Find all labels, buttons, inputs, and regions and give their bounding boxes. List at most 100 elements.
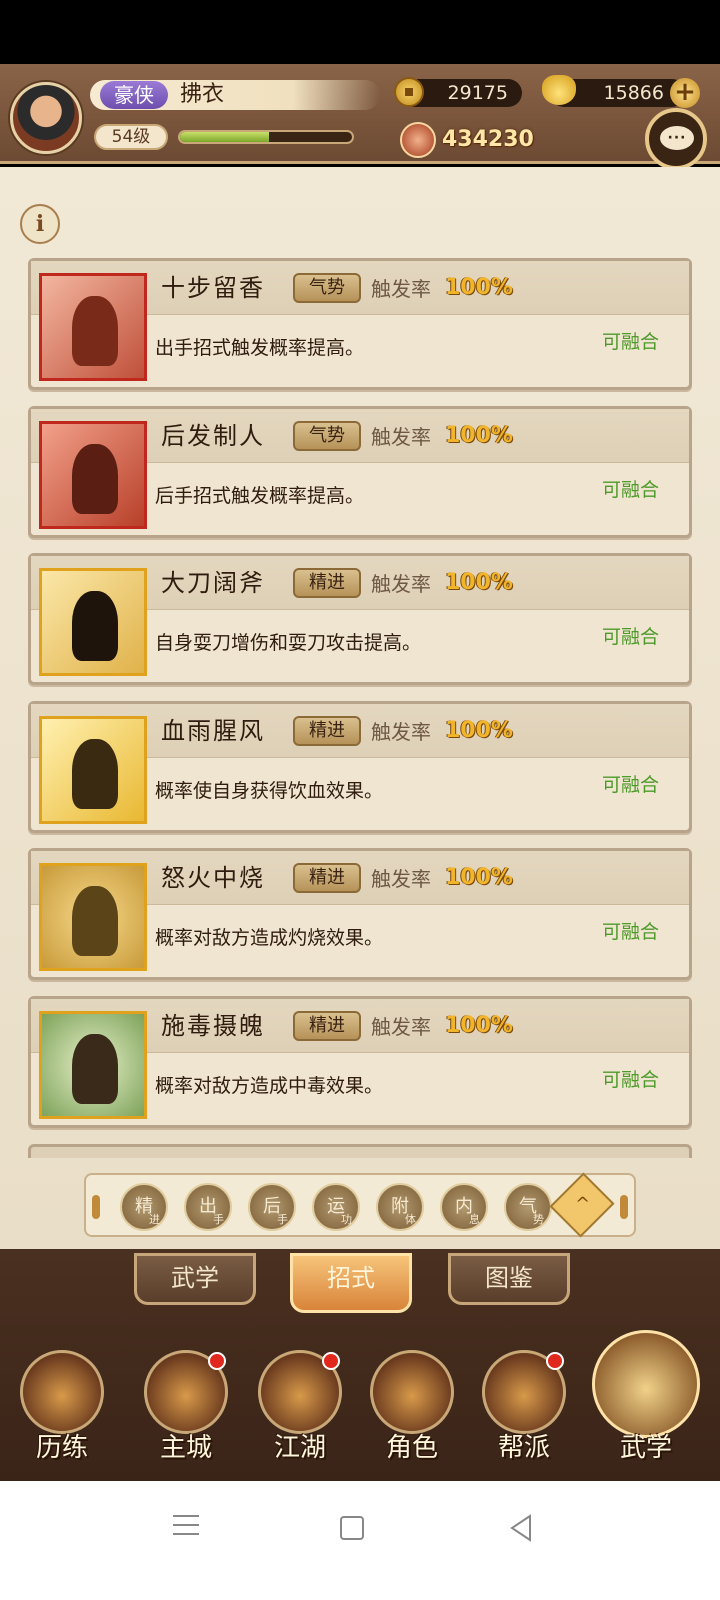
nav-orb-icon [20, 1350, 104, 1434]
skill-portrait-icon [39, 273, 147, 381]
skill-description: 出手招式触发概率提高。 [155, 337, 365, 359]
skill-name: 大刀阔斧 [161, 569, 265, 598]
filter-button[interactable]: 精进 [120, 1183, 168, 1231]
trigger-rate-value: 100% [445, 275, 513, 300]
nav-item[interactable]: 帮派 [474, 1330, 574, 1480]
trigger-rate-label: 触发率 [371, 277, 431, 301]
combat-power-value: 434230 [442, 127, 534, 152]
filter-button[interactable]: 附体 [376, 1183, 424, 1231]
skill-card[interactable]: 施毒摄魄 精进 触发率 100% 概率对敌方造成中毒效果。 可融合 [28, 996, 692, 1128]
skill-type-tag: 精进 [293, 568, 361, 599]
copper-coin-icon [394, 77, 424, 107]
filter-bar-left-knob [92, 1195, 100, 1219]
skill-card[interactable]: 血雨腥风 精进 触发率 100% 概率使自身获得饮血效果。 可融合 [28, 700, 692, 833]
collapse-filter-button[interactable]: ^ [549, 1172, 615, 1238]
trigger-rate-value: 100% [445, 1013, 513, 1038]
tab-1[interactable]: 招式 [290, 1253, 412, 1313]
skill-card[interactable]: 怒火中烧 精进 触发率 100% 概率对敌方造成灼烧效果。 可融合 [28, 848, 692, 981]
martial-figure-icon [72, 1034, 118, 1104]
player-avatar[interactable] [10, 82, 82, 154]
skill-card[interactable]: 十步留香 气势 触发率 100% 出手招式触发概率提高。 可融合 [28, 258, 692, 390]
filter-bar-right-knob [620, 1195, 628, 1219]
back-icon[interactable] [502, 1508, 542, 1548]
martial-figure-icon [72, 591, 118, 662]
nav-orb-icon [370, 1350, 454, 1434]
nav-item[interactable]: 江湖 [250, 1330, 350, 1480]
martial-figure-icon [72, 886, 118, 957]
add-gold-plus-icon[interactable]: + [670, 78, 700, 108]
nav-label: 武学 [619, 1433, 672, 1463]
info-icon[interactable]: i [20, 204, 60, 244]
rank-badge: 豪侠 [100, 81, 168, 109]
nav-orb-icon [592, 1330, 700, 1438]
nav-item[interactable]: 武学 [592, 1330, 700, 1480]
trigger-rate-label: 触发率 [371, 719, 431, 744]
trigger-rate-value: 100% [445, 717, 513, 743]
filter-button[interactable]: 运功 [312, 1183, 360, 1231]
notification-dot [322, 1352, 340, 1370]
filter-button[interactable]: 出手 [184, 1183, 232, 1231]
trigger-rate-value: 100% [445, 570, 513, 596]
filter-button[interactable]: 气势 [504, 1183, 552, 1231]
nav-item[interactable]: 角色 [362, 1330, 462, 1480]
martial-figure-icon [72, 738, 118, 809]
skill-portrait-icon [39, 420, 147, 529]
filter-sub-char: 手 [277, 1213, 288, 1226]
gold-ingot-icon [542, 75, 576, 105]
nav-label: 主城 [159, 1433, 212, 1463]
trigger-rate-label: 触发率 [371, 424, 431, 449]
home-icon[interactable] [332, 1508, 372, 1548]
fuse-status[interactable]: 可融合 [602, 475, 659, 505]
next-skill-card-peek [28, 1144, 692, 1158]
skill-portrait-icon [39, 1011, 147, 1119]
tab-0[interactable]: 武学 [134, 1253, 256, 1305]
skill-name: 十步留香 [161, 274, 265, 302]
skill-portrait-icon [39, 863, 147, 972]
skill-description: 概率对敌方造成灼烧效果。 [155, 927, 384, 950]
filter-sub-char: 体 [405, 1213, 416, 1226]
skill-type-tag: 气势 [293, 420, 361, 451]
skill-portrait-icon [39, 568, 147, 677]
coin-value: 29175 [447, 82, 508, 104]
gold-value: 15866 [603, 82, 664, 104]
nav-item[interactable]: 历练 [12, 1330, 112, 1480]
skill-card[interactable]: 后发制人 气势 触发率 100% 后手招式触发概率提高。 可融合 [28, 405, 692, 538]
coin-counter: 29175 [394, 77, 522, 107]
skill-name: 怒火中烧 [161, 864, 265, 893]
fuse-status[interactable]: 可融合 [602, 1065, 659, 1095]
skill-card[interactable]: 大刀阔斧 精进 触发率 100% 自身耍刀增伤和耍刀攻击提高。 可融合 [28, 553, 692, 686]
skill-type-tag: 精进 [293, 1011, 361, 1041]
skill-type-tag: 气势 [293, 273, 361, 303]
fuse-status[interactable]: 可融合 [602, 917, 659, 947]
status-bar [0, 0, 720, 64]
filter-button[interactable]: 后手 [248, 1183, 296, 1231]
chat-bubble-icon: ··· [667, 130, 687, 146]
nav-label: 角色 [385, 1433, 438, 1463]
martial-figure-icon [72, 296, 118, 366]
combat-power-icon [400, 122, 436, 158]
tab-2[interactable]: 图鉴 [448, 1253, 570, 1305]
skill-description: 后手招式触发概率提高。 [155, 484, 365, 507]
skill-name: 后发制人 [161, 421, 265, 450]
skill-name: 施毒摄魄 [161, 1012, 265, 1040]
nav-item[interactable]: 主城 [136, 1330, 236, 1480]
filter-button[interactable]: 内息 [440, 1183, 488, 1231]
recent-apps-icon[interactable] [166, 1508, 206, 1548]
filter-sub-char: 手 [213, 1213, 224, 1226]
game-screen: 豪侠 拂衣 54级 29175 15866 + 434230 ··· i 十步留… [0, 0, 720, 1600]
fuse-status[interactable]: 可融合 [602, 622, 659, 652]
exp-bar [178, 130, 354, 144]
trigger-rate-label: 触发率 [371, 572, 431, 597]
skill-portrait-icon [39, 715, 147, 824]
chat-button[interactable]: ··· [645, 108, 707, 170]
gold-counter: 15866 + [542, 75, 700, 108]
skill-description: 概率使自身获得饮血效果。 [155, 779, 384, 802]
chevron-up-icon: ^ [575, 1193, 591, 1215]
skill-description: 自身耍刀增伤和耍刀攻击提高。 [155, 632, 422, 655]
exp-bar-fill [180, 132, 270, 142]
trigger-rate-label: 触发率 [371, 1015, 431, 1039]
skill-description: 概率对敌方造成中毒效果。 [155, 1075, 384, 1097]
filter-sub-char: 势 [533, 1213, 544, 1226]
fuse-status[interactable]: 可融合 [602, 770, 659, 800]
fuse-status[interactable]: 可融合 [602, 327, 659, 357]
